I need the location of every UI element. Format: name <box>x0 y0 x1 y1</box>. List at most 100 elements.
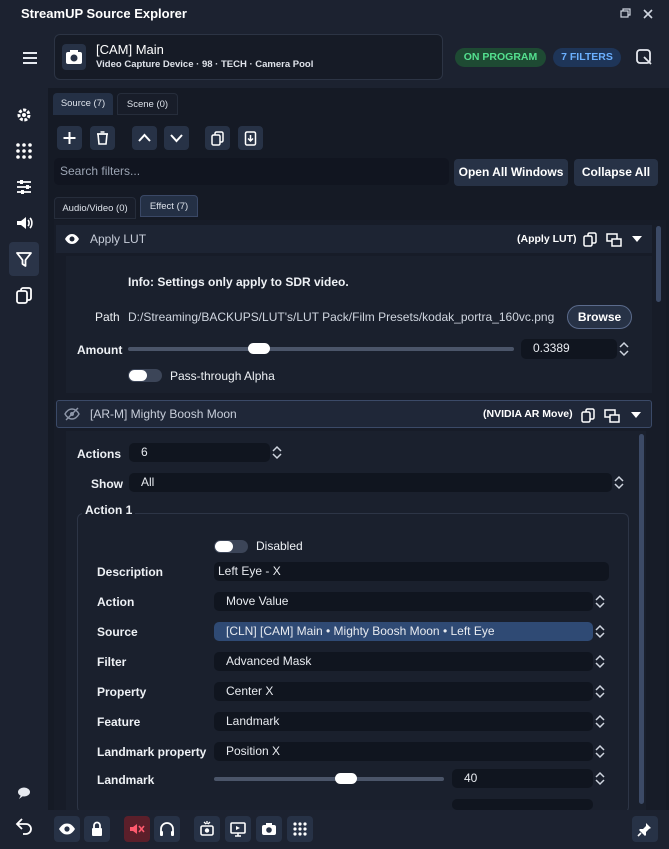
amount-input[interactable]: 0.3389 <box>521 339 617 359</box>
lock-icon[interactable] <box>84 816 110 842</box>
tab-audio-video[interactable]: Audio/Video (0) <box>54 197 136 219</box>
inner-scrollbar[interactable] <box>639 434 644 804</box>
landmark-label: Landmark <box>97 773 155 787</box>
path-label: Path <box>95 310 120 324</box>
main-scrollbar[interactable] <box>656 226 661 302</box>
on-program-badge: ON PROGRAM <box>455 48 546 67</box>
disabled-label: Disabled <box>256 539 303 553</box>
show-select-arrows[interactable] <box>612 473 626 492</box>
screenshot-icon[interactable] <box>194 816 220 842</box>
select-arrows-icon[interactable] <box>593 682 607 701</box>
grid-icon[interactable] <box>13 140 35 162</box>
landmark-input[interactable]: 40 <box>452 769 593 788</box>
eye-icon[interactable] <box>64 231 80 247</box>
copy-icon[interactable] <box>582 231 598 247</box>
paste-filters-button[interactable] <box>238 126 263 150</box>
open-window-icon[interactable] <box>604 407 620 423</box>
select-arrows-icon[interactable] <box>593 742 607 761</box>
app-title: StreamUP Source Explorer <box>21 6 187 21</box>
camera-icon[interactable] <box>256 816 282 842</box>
actions-spinner[interactable] <box>270 443 284 462</box>
amount-spinner[interactable] <box>617 339 631 358</box>
select-arrows-icon[interactable] <box>593 652 607 671</box>
sliders-icon[interactable] <box>13 176 35 198</box>
action-row-label: Feature <box>97 715 141 729</box>
landmark-slider[interactable] <box>214 777 444 781</box>
landmark-spinner[interactable] <box>593 769 607 788</box>
action-row-field[interactable]: Landmark <box>214 712 593 731</box>
action-row-label: Landmark property <box>97 745 207 759</box>
landmark-slider-knob[interactable] <box>335 773 357 784</box>
copy-icon[interactable] <box>13 284 35 306</box>
tab-source[interactable]: Source (7) <box>53 93 113 115</box>
action-row-label: Property <box>97 685 147 699</box>
path-field[interactable]: D:/Streaming/BACKUPS/LUT's/LUT Pack/Film… <box>128 310 560 324</box>
open-window-icon[interactable] <box>606 231 622 247</box>
action-row-field[interactable]: Advanced Mask <box>214 652 593 671</box>
filter-name: [AR-M] Mighty Boosh Moon <box>90 407 237 421</box>
amount-slider-knob[interactable] <box>247 343 270 354</box>
collapse-all-button[interactable]: Collapse All <box>574 159 658 186</box>
action-row-field[interactable]: Left Eye - X <box>214 562 609 581</box>
action-row-label: Action <box>97 595 135 609</box>
actions-input[interactable]: 6 <box>129 443 270 462</box>
filter-name: Apply LUT <box>90 232 147 246</box>
delete-filter-button[interactable] <box>90 126 115 150</box>
move-up-button[interactable] <box>132 126 157 150</box>
funnel-icon[interactable] <box>13 248 35 270</box>
chevron-down-icon[interactable] <box>630 411 642 419</box>
open-all-windows-button[interactable]: Open All Windows <box>454 159 568 186</box>
source-subtitle: Video Capture Device · 98 · TECH · Camer… <box>96 59 314 70</box>
eye-off-icon[interactable] <box>64 406 80 422</box>
add-filter-button[interactable] <box>57 126 82 150</box>
passthrough-alpha-toggle[interactable] <box>128 369 162 382</box>
browse-button[interactable]: Browse <box>567 305 632 329</box>
info-text: Info: Settings only apply to SDR video. <box>128 275 349 289</box>
copy-filters-button[interactable] <box>205 126 230 150</box>
restore-icon[interactable] <box>617 6 633 22</box>
eye-icon[interactable] <box>54 816 80 842</box>
select-arrows-icon[interactable] <box>593 592 607 611</box>
path-value: D:/Streaming/BACKUPS/LUT's/LUT Pack/Film… <box>128 310 555 324</box>
hamburger-icon[interactable] <box>20 48 40 68</box>
back-arrow-icon[interactable] <box>13 814 35 836</box>
close-icon[interactable] <box>640 6 656 22</box>
action-row-field[interactable]: Center X <box>214 682 593 701</box>
headphones-icon[interactable] <box>154 816 180 842</box>
actions-label: Actions <box>77 447 122 461</box>
move-down-button[interactable] <box>164 126 189 150</box>
mute-icon[interactable] <box>124 816 150 842</box>
filter-type: (Apply LUT) <box>517 233 577 245</box>
filters-badge[interactable]: 7 FILTERS <box>553 48 621 67</box>
tab-scene[interactable]: Scene (0) <box>117 93 178 115</box>
show-select[interactable]: All <box>129 473 612 492</box>
sidebar <box>0 88 48 849</box>
camera-icon <box>62 44 86 70</box>
speaker-icon[interactable] <box>13 212 35 234</box>
grid-icon[interactable] <box>287 816 313 842</box>
action-row-label: Description <box>97 565 164 579</box>
action-row-field[interactable]: Position X <box>214 742 593 761</box>
chevron-down-icon[interactable] <box>631 235 643 243</box>
select-arrows-icon[interactable] <box>593 622 607 641</box>
action-row-field[interactable]: [CLN] [CAM] Main • Mighty Boosh Moon • L… <box>214 622 593 641</box>
copy-icon[interactable] <box>580 407 596 423</box>
projector-icon[interactable] <box>225 816 251 842</box>
select-arrows-icon[interactable] <box>593 712 607 731</box>
open-source-icon[interactable] <box>633 46 655 68</box>
action-row-field[interactable]: Move Value <box>214 592 593 611</box>
search-input[interactable]: Search filters... <box>54 158 449 185</box>
source-info-box[interactable] <box>54 34 443 80</box>
gear-icon[interactable] <box>13 104 35 126</box>
show-label: Show <box>91 477 123 491</box>
next-field[interactable] <box>452 799 593 810</box>
action-group-title: Action 1 <box>82 503 136 517</box>
chat-icon[interactable] <box>17 786 31 800</box>
amount-label: Amount <box>77 343 123 357</box>
passthrough-label: Pass-through Alpha <box>170 369 275 383</box>
pin-icon[interactable] <box>632 816 658 842</box>
action-row-label: Source <box>97 625 138 639</box>
tab-effect[interactable]: Effect (7) <box>140 195 198 217</box>
disabled-toggle[interactable] <box>214 540 248 553</box>
amount-slider[interactable] <box>128 347 514 351</box>
